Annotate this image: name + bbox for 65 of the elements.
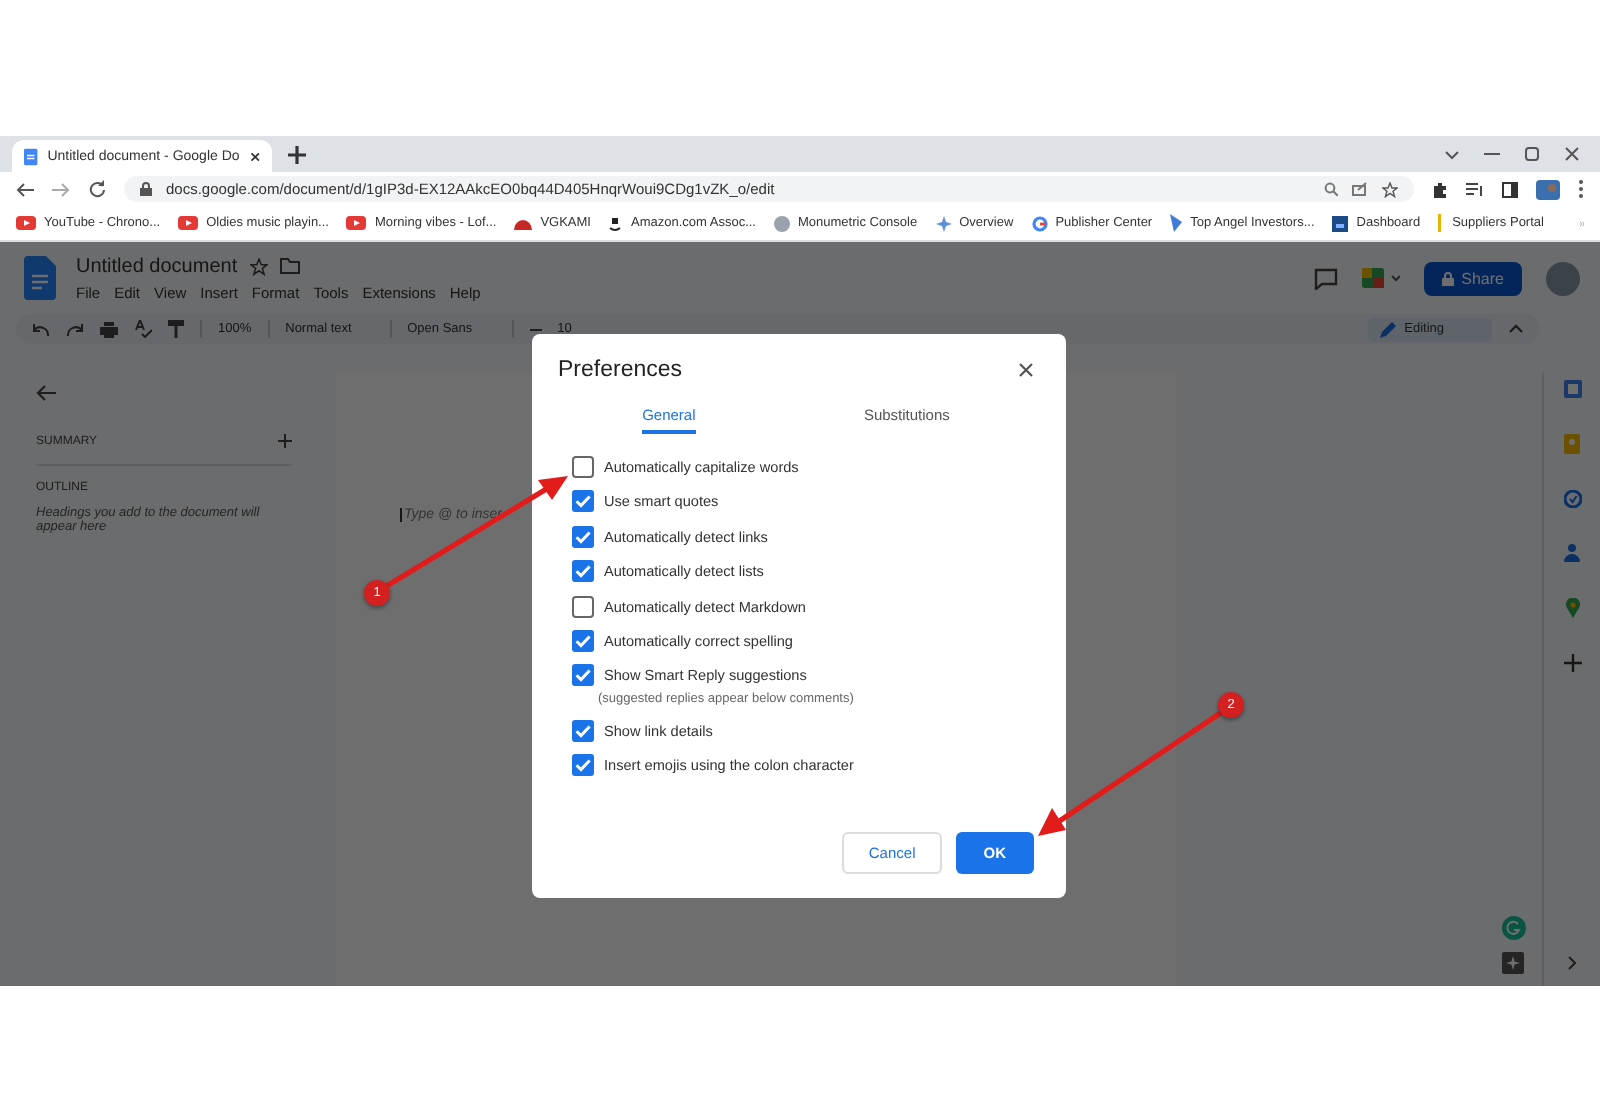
checkbox[interactable] — [572, 719, 594, 742]
close-icon[interactable] — [1018, 362, 1034, 378]
redo-icon[interactable] — [66, 323, 84, 335]
bar-icon — [1438, 214, 1445, 232]
folder-icon[interactable] — [279, 258, 300, 274]
close-icon[interactable] — [1564, 146, 1580, 162]
share-icon[interactable] — [1352, 182, 1368, 196]
dashboard-icon — [1332, 215, 1349, 231]
plus-icon[interactable] — [1563, 654, 1581, 672]
checkbox[interactable] — [572, 664, 594, 687]
docs-logo-icon[interactable] — [24, 256, 56, 300]
person-icon[interactable] — [1564, 544, 1580, 562]
checkbox[interactable] — [572, 595, 594, 618]
explore-icon[interactable] — [1502, 952, 1524, 974]
checkbox[interactable] — [572, 629, 594, 652]
lock-icon — [1441, 271, 1454, 285]
map-pin-icon[interactable] — [1565, 598, 1579, 618]
close-icon[interactable] — [249, 149, 260, 163]
calendar-icon[interactable] — [1563, 380, 1581, 398]
comment-icon[interactable] — [1313, 267, 1338, 289]
puzzle-icon[interactable] — [1432, 181, 1448, 197]
document-icon — [24, 145, 38, 167]
lock-icon — [140, 182, 152, 196]
back-icon[interactable] — [16, 181, 34, 197]
avatar[interactable] — [1546, 261, 1580, 295]
search-icon[interactable] — [1324, 182, 1338, 196]
document-title[interactable]: Untitled document — [76, 255, 238, 277]
checkbox[interactable] — [572, 490, 594, 513]
video-icon — [346, 216, 367, 230]
chevron-up-icon[interactable] — [1508, 324, 1524, 334]
ring-icon — [1031, 215, 1048, 231]
tasks-icon[interactable] — [1563, 490, 1581, 508]
pencil-icon — [1380, 321, 1397, 337]
share-button[interactable]: Share — [1423, 261, 1522, 295]
more-icon[interactable] — [1578, 180, 1584, 198]
star-icon[interactable] — [1382, 181, 1398, 197]
spellcheck-icon[interactable] — [134, 320, 152, 338]
list-icon[interactable] — [1466, 182, 1484, 196]
globe-icon — [773, 215, 790, 231]
restore-icon[interactable] — [1524, 146, 1540, 162]
sidebar-icon[interactable] — [1502, 181, 1518, 197]
forward-icon[interactable] — [52, 181, 70, 197]
video-icon — [16, 216, 36, 230]
checkbox[interactable] — [572, 560, 594, 583]
chevron-right-icon[interactable] — [1568, 956, 1576, 970]
minimize-icon[interactable] — [1484, 152, 1500, 156]
paint-roller-icon[interactable] — [168, 320, 184, 338]
checkbox[interactable] — [572, 525, 594, 548]
new-tab-icon[interactable] — [288, 145, 306, 163]
profile-icon[interactable] — [1536, 179, 1560, 199]
star-icon[interactable] — [249, 257, 268, 275]
print-icon[interactable] — [100, 321, 118, 337]
minus-icon[interactable] — [529, 327, 542, 331]
plus-icon[interactable] — [278, 434, 292, 448]
dialog-title: Preferences — [558, 358, 683, 382]
checkbox[interactable] — [572, 754, 594, 777]
undo-icon[interactable] — [32, 323, 50, 335]
hat-icon — [514, 216, 533, 230]
reload-icon[interactable] — [88, 180, 106, 198]
sparkle-icon — [935, 215, 952, 231]
video-icon — [178, 216, 199, 230]
video-call-icon[interactable] — [1361, 268, 1400, 288]
back-arrow-icon[interactable] — [36, 384, 56, 402]
chevron-down-icon[interactable] — [1444, 149, 1460, 159]
checkbox[interactable] — [572, 456, 594, 478]
